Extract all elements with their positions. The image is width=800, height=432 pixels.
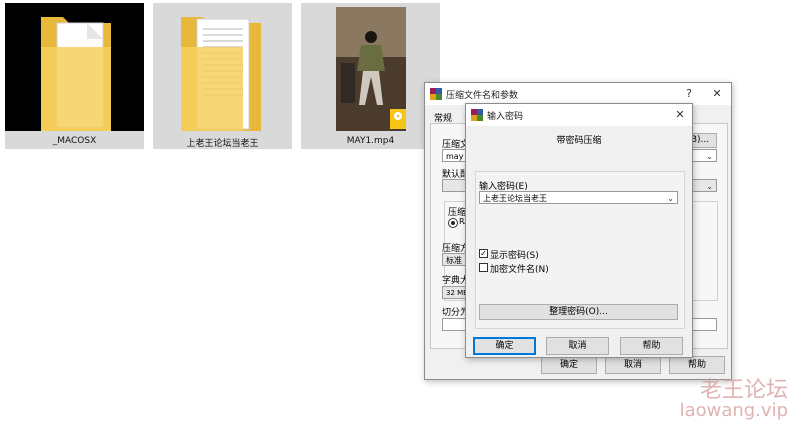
show-password-label: 显示密码(S) xyxy=(490,251,539,261)
password-dialog: 输入密码 ✕ 带密码压缩 输入密码(E) 上老王论坛当老王 ⌄ ✓ 显示密码(S… xyxy=(465,103,693,358)
organize-passwords-button[interactable]: 整理密码(O)... xyxy=(479,304,678,320)
password-help-button[interactable]: 帮助 xyxy=(620,337,683,355)
file-tile-macosx[interactable]: _MACOSX xyxy=(5,3,144,149)
format-radio[interactable] xyxy=(448,218,458,228)
file-name: MAY1.mp4 xyxy=(346,136,395,146)
folder-icon xyxy=(5,3,144,131)
folder-icon xyxy=(153,3,292,131)
password-dialog-titlebar: 输入密码 ✕ xyxy=(466,104,692,126)
video-thumbnail xyxy=(301,3,440,131)
encrypt-names-checkbox[interactable] xyxy=(479,263,488,272)
password-heading: 带密码压缩 xyxy=(556,136,602,146)
chevron-down-icon[interactable]: ⌄ xyxy=(706,150,713,163)
chevron-down-icon[interactable]: ⌄ xyxy=(706,180,713,193)
close-icon[interactable]: ✕ xyxy=(709,86,725,102)
encrypt-names-label: 加密文件名(N) xyxy=(490,265,549,275)
password-cancel-button[interactable]: 取消 xyxy=(546,337,609,355)
chevron-down-icon[interactable]: ⌄ xyxy=(667,192,674,205)
winrar-icon xyxy=(471,109,483,121)
watermark-url: laowang.vip xyxy=(679,400,788,421)
password-ok-button[interactable]: 确定 xyxy=(473,337,536,355)
file-name: _MACOSX xyxy=(52,136,97,146)
method-value: 标准 xyxy=(446,256,462,265)
file-tile-video[interactable]: MAY1.mp4 xyxy=(301,3,440,149)
password-input[interactable]: 上老王论坛当老王 ⌄ xyxy=(479,191,678,204)
password-value: 上老王论坛当老王 xyxy=(483,194,547,203)
password-dialog-title: 输入密码 xyxy=(487,112,524,122)
help-icon[interactable]: ? xyxy=(681,86,697,102)
archive-dialog-title: 压缩文件名和参数 xyxy=(446,91,519,101)
archive-cancel-button[interactable]: 取消 xyxy=(605,356,661,374)
file-tile-folder[interactable]: 上老王论坛当老王 xyxy=(153,3,292,149)
show-password-checkbox[interactable]: ✓ xyxy=(479,249,488,258)
archive-ok-button[interactable]: 确定 xyxy=(541,356,597,374)
archive-dialog-titlebar: 压缩文件名和参数 ? ✕ xyxy=(425,83,731,105)
close-icon[interactable]: ✕ xyxy=(672,107,688,123)
winrar-icon xyxy=(430,88,442,100)
file-name: 上老王论坛当老王 xyxy=(186,139,259,149)
